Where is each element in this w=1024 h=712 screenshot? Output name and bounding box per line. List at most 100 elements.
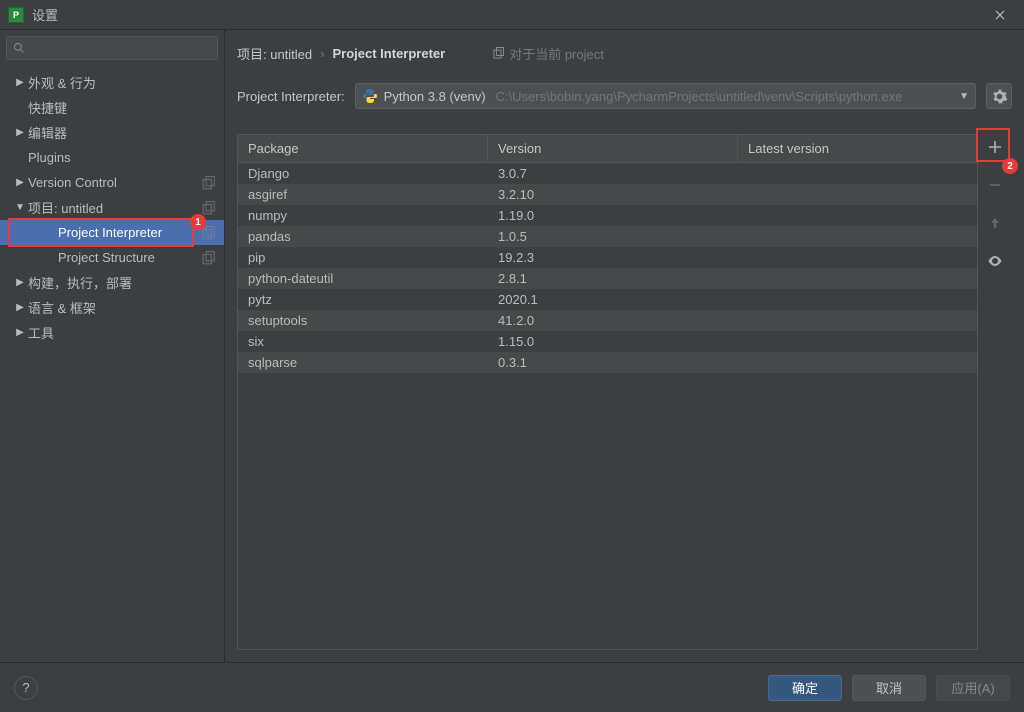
sidebar-item-label: 编辑器 bbox=[28, 123, 224, 142]
titlebar: P 设置 bbox=[0, 0, 1024, 30]
cell-version: 3.0.7 bbox=[488, 166, 738, 181]
copy-icon bbox=[493, 47, 505, 59]
footer: ? 确定 取消 应用(A) bbox=[0, 662, 1024, 712]
tree-arrow-icon: ▶ bbox=[14, 177, 26, 188]
table-row[interactable]: six1.15.0 bbox=[238, 331, 977, 352]
sidebar-item-6[interactable]: ▶Project Interpreter1 bbox=[0, 220, 224, 245]
sidebar-item-label: Version Control bbox=[28, 175, 202, 190]
sidebar-item-label: 工具 bbox=[28, 323, 224, 342]
cell-package: six bbox=[238, 334, 488, 349]
minus-icon bbox=[988, 178, 1002, 192]
cell-version: 1.19.0 bbox=[488, 208, 738, 223]
ok-button[interactable]: 确定 bbox=[768, 675, 842, 701]
tree-arrow-icon: ▶ bbox=[14, 302, 26, 313]
gear-icon bbox=[992, 89, 1007, 104]
remove-package-button[interactable] bbox=[982, 172, 1008, 198]
cell-package: numpy bbox=[238, 208, 488, 223]
table-row[interactable]: numpy1.19.0 bbox=[238, 205, 977, 226]
sidebar-item-5[interactable]: ▼项目: untitled bbox=[0, 195, 224, 220]
interpreter-name: Python 3.8 (venv) bbox=[384, 89, 486, 104]
tree-arrow-icon: ▶ bbox=[14, 127, 26, 138]
cell-version: 1.15.0 bbox=[488, 334, 738, 349]
copy-icon bbox=[202, 251, 216, 265]
search-field[interactable] bbox=[29, 40, 211, 56]
packages-table: Package Version Latest version Django3.0… bbox=[237, 134, 978, 650]
table-row[interactable]: pandas1.0.5 bbox=[238, 226, 977, 247]
sidebar-item-label: 语言 & 框架 bbox=[28, 298, 224, 317]
add-package-button[interactable]: 2 bbox=[982, 134, 1008, 160]
python-icon bbox=[362, 88, 378, 104]
interpreter-settings-button[interactable] bbox=[986, 83, 1012, 109]
scope-label: 对于当前 project bbox=[493, 44, 604, 63]
col-header-package[interactable]: Package bbox=[238, 135, 488, 162]
table-row[interactable]: setuptools41.2.0 bbox=[238, 310, 977, 331]
cell-version: 2.8.1 bbox=[488, 271, 738, 286]
copy-icon bbox=[202, 226, 216, 240]
up-arrow-icon bbox=[989, 217, 1001, 229]
breadcrumb-seg1: 项目: untitled bbox=[237, 44, 312, 63]
window-title: 设置 bbox=[32, 5, 984, 24]
close-button[interactable] bbox=[984, 0, 1016, 30]
cell-version: 41.2.0 bbox=[488, 313, 738, 328]
sidebar-item-1[interactable]: ▶快捷键 bbox=[0, 95, 224, 120]
search-input[interactable] bbox=[6, 36, 218, 60]
sidebar: ▶外观 & 行为▶快捷键▶编辑器▶Plugins▶Version Control… bbox=[0, 30, 225, 662]
col-header-version[interactable]: Version bbox=[488, 135, 738, 162]
cell-package: asgiref bbox=[238, 187, 488, 202]
show-early-releases-button[interactable] bbox=[982, 248, 1008, 274]
table-row[interactable]: python-dateutil2.8.1 bbox=[238, 268, 977, 289]
sidebar-item-label: Project Structure bbox=[58, 250, 202, 265]
cell-version: 19.2.3 bbox=[488, 250, 738, 265]
body: ▶外观 & 行为▶快捷键▶编辑器▶Plugins▶Version Control… bbox=[0, 30, 1024, 662]
plus-icon bbox=[988, 140, 1002, 154]
interpreter-row: Project Interpreter: Python 3.8 (venv) C… bbox=[237, 76, 1012, 116]
copy-icon bbox=[202, 176, 216, 190]
cell-package: pandas bbox=[238, 229, 488, 244]
chevron-down-icon: ▼ bbox=[959, 91, 969, 102]
table-area: Package Version Latest version Django3.0… bbox=[237, 134, 1012, 650]
table-row[interactable]: Django3.0.7 bbox=[238, 163, 977, 184]
settings-tree: ▶外观 & 行为▶快捷键▶编辑器▶Plugins▶Version Control… bbox=[0, 66, 224, 662]
table-row[interactable]: asgiref3.2.10 bbox=[238, 184, 977, 205]
copy-icon bbox=[202, 201, 216, 215]
help-button[interactable]: ? bbox=[14, 676, 38, 700]
interpreter-dropdown[interactable]: Python 3.8 (venv) C:\Users\bobin.yang\Py… bbox=[355, 83, 976, 109]
sidebar-item-4[interactable]: ▶Version Control bbox=[0, 170, 224, 195]
cell-version: 3.2.10 bbox=[488, 187, 738, 202]
sidebar-item-label: 外观 & 行为 bbox=[28, 73, 224, 92]
tree-arrow-icon: ▶ bbox=[14, 277, 26, 288]
sidebar-item-8[interactable]: ▶构建，执行，部署 bbox=[0, 270, 224, 295]
breadcrumb: 项目: untitled › Project Interpreter 对于当前 … bbox=[237, 40, 1012, 66]
breadcrumb-sep: › bbox=[320, 46, 324, 61]
search-wrap bbox=[0, 30, 224, 66]
annotation-badge-1: 1 bbox=[190, 214, 206, 230]
upgrade-package-button[interactable] bbox=[982, 210, 1008, 236]
tree-arrow-icon: ▶ bbox=[14, 327, 26, 338]
close-icon bbox=[995, 10, 1005, 20]
sidebar-item-10[interactable]: ▶工具 bbox=[0, 320, 224, 345]
col-header-latest[interactable]: Latest version bbox=[738, 135, 977, 162]
sidebar-item-2[interactable]: ▶编辑器 bbox=[0, 120, 224, 145]
eye-icon bbox=[987, 253, 1003, 269]
settings-window: P 设置 ▶外观 & 行为▶快捷键▶编辑器▶Plugins▶Version Co… bbox=[0, 0, 1024, 712]
table-side-buttons: 2 bbox=[978, 134, 1012, 650]
cell-package: setuptools bbox=[238, 313, 488, 328]
sidebar-item-label: Plugins bbox=[28, 150, 224, 165]
sidebar-item-7[interactable]: ▶Project Structure bbox=[0, 245, 224, 270]
cell-package: pytz bbox=[238, 292, 488, 307]
sidebar-item-0[interactable]: ▶外观 & 行为 bbox=[0, 70, 224, 95]
interpreter-path: C:\Users\bobin.yang\PycharmProjects\unti… bbox=[496, 89, 954, 104]
apply-button[interactable]: 应用(A) bbox=[936, 675, 1010, 701]
table-body[interactable]: Django3.0.7asgiref3.2.10numpy1.19.0panda… bbox=[238, 163, 977, 649]
sidebar-item-3[interactable]: ▶Plugins bbox=[0, 145, 224, 170]
table-row[interactable]: pip19.2.3 bbox=[238, 247, 977, 268]
table-header: Package Version Latest version bbox=[238, 135, 977, 163]
sidebar-item-label: 项目: untitled bbox=[28, 198, 202, 217]
tree-arrow-icon: ▼ bbox=[14, 202, 26, 213]
table-row[interactable]: sqlparse0.3.1 bbox=[238, 352, 977, 373]
cancel-button[interactable]: 取消 bbox=[852, 675, 926, 701]
sidebar-item-label: Project Interpreter bbox=[58, 225, 202, 240]
table-row[interactable]: pytz2020.1 bbox=[238, 289, 977, 310]
sidebar-item-label: 构建，执行，部署 bbox=[28, 273, 224, 292]
sidebar-item-9[interactable]: ▶语言 & 框架 bbox=[0, 295, 224, 320]
